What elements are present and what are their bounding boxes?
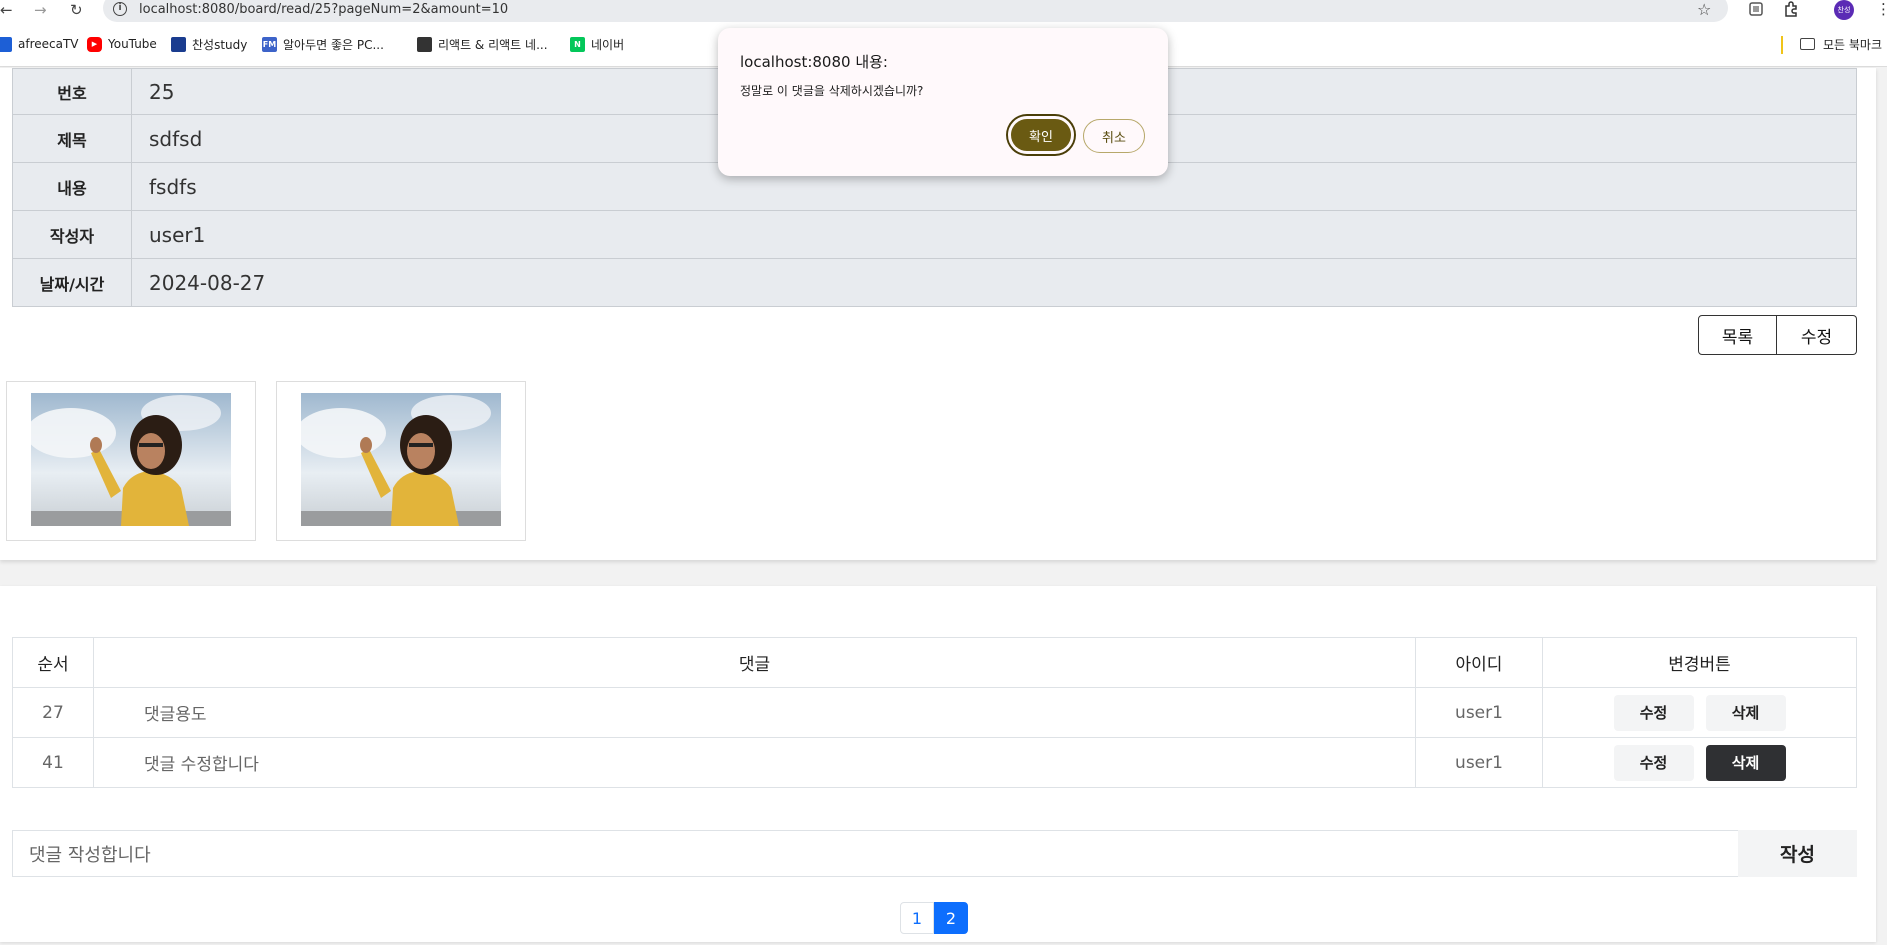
table-row: 41 댓글 수정합니다 user1 수정 삭제	[12, 737, 1857, 788]
info-row-writer: 작성자 user1	[12, 211, 1857, 259]
page-content: 번호 25 제목 sdfsd 내용 fsdfs 작성자 user1 날짜/시간 …	[0, 68, 1887, 945]
tab-search-icon[interactable]	[1748, 1, 1764, 17]
info-value: user1	[149, 222, 206, 247]
column-header-actions: 변경버튼	[1542, 637, 1857, 688]
reply-number: 41	[12, 737, 94, 788]
bookmark-label: YouTube	[108, 37, 157, 51]
attachment-thumbnail[interactable]	[6, 381, 256, 541]
contact-card-icon	[417, 36, 432, 52]
column-header-reply: 댓글	[93, 637, 1416, 688]
info-label: 내용	[13, 163, 132, 210]
reply-text: 댓글용도	[93, 687, 1416, 738]
reply-user: user1	[1415, 737, 1543, 788]
info-label: 제목	[13, 115, 132, 162]
post-action-buttons: 목록 수정	[1698, 315, 1857, 355]
study-icon	[171, 36, 186, 52]
confirm-dialog: localhost:8080 내용: 정말로 이 댓글을 삭제하시겠습니까? 확…	[718, 28, 1168, 176]
photo-image	[301, 393, 501, 526]
reply-text: 댓글 수정합니다	[93, 737, 1416, 788]
info-value: sdfsd	[149, 126, 203, 151]
naver-icon: N	[570, 36, 585, 52]
url-text[interactable]: localhost:8080/board/read/25?pageNum=2&a…	[139, 1, 508, 18]
bookmark-label: 찬성study	[192, 37, 248, 52]
fm-icon: FM	[262, 36, 277, 52]
bookmark-label: 리액트 & 리액트 네...	[438, 37, 548, 52]
reply-header-row: 순서 댓글 아이디 변경버튼	[12, 637, 1857, 688]
info-value: 25	[149, 79, 175, 104]
table-row: 27 댓글용도 user1 수정 삭제	[12, 687, 1857, 738]
reply-input[interactable]	[12, 830, 1738, 877]
list-button[interactable]: 목록	[1698, 315, 1777, 355]
info-label: 번호	[13, 69, 132, 114]
reply-actions: 수정 삭제	[1542, 687, 1857, 738]
folder-icon	[1800, 38, 1815, 50]
reload-icon[interactable]: ↻	[70, 1, 83, 19]
bookmark-separator	[1781, 36, 1783, 54]
youtube-icon: ▶	[87, 36, 102, 52]
pagination: 1 2	[900, 902, 968, 934]
confirm-cancel-button[interactable]: 취소	[1083, 119, 1145, 153]
delete-reply-button[interactable]: 삭제	[1705, 744, 1786, 781]
bookmark-pc-tips[interactable]: FM 알아두면 좋은 PC...	[262, 35, 384, 53]
browser-menu-icon[interactable]: ⋮	[1876, 0, 1887, 18]
dialog-title: localhost:8080 내용:	[740, 53, 888, 71]
info-value: 2024-08-27	[149, 270, 266, 295]
bookmark-study[interactable]: 찬성study	[171, 35, 247, 53]
column-header-order: 순서	[12, 637, 94, 688]
info-row-date: 날짜/시간 2024-08-27	[12, 259, 1857, 307]
delete-reply-button[interactable]: 삭제	[1705, 694, 1786, 731]
bookmark-naver[interactable]: N 네이버	[570, 35, 624, 53]
reply-table: 순서 댓글 아이디 변경버튼 27 댓글용도 user1 수정 삭제 41 댓글…	[12, 637, 1857, 788]
bookmark-label: 네이버	[591, 37, 625, 52]
reply-number: 27	[12, 687, 94, 738]
site-info-icon[interactable]: i	[113, 2, 127, 16]
edit-reply-button[interactable]: 수정	[1613, 744, 1694, 781]
page-link-1[interactable]: 1	[900, 902, 934, 934]
bookmark-afreecatv[interactable]: afreecaTV	[0, 35, 79, 53]
dialog-message: 정말로 이 댓글을 삭제하시겠습니까?	[740, 84, 924, 98]
browser-toolbar: ← → ↻ i localhost:8080/board/read/25?pag…	[0, 0, 1887, 22]
profile-avatar[interactable]: 찬성	[1834, 0, 1854, 20]
bookmark-label: 알아두면 좋은 PC...	[283, 37, 384, 52]
info-label: 날짜/시간	[13, 259, 132, 306]
extensions-icon[interactable]	[1783, 1, 1799, 17]
afreecatv-icon	[0, 36, 12, 52]
write-reply-button[interactable]: 작성	[1738, 830, 1857, 877]
info-value: fsdfs	[149, 174, 197, 199]
reply-user: user1	[1415, 687, 1543, 738]
bookmark-react[interactable]: 리액트 & 리액트 네...	[417, 35, 548, 53]
bookmark-label: afreecaTV	[18, 37, 79, 51]
photo-image	[31, 393, 231, 526]
page-link-2-active[interactable]: 2	[934, 902, 968, 934]
back-icon[interactable]: ←	[0, 1, 13, 19]
all-bookmarks-label: 모든 북마크	[1823, 37, 1883, 52]
column-header-id: 아이디	[1415, 637, 1543, 688]
info-label: 작성자	[13, 211, 132, 258]
all-bookmarks-folder[interactable]: 모든 북마크	[1800, 35, 1882, 53]
bookmark-star-icon[interactable]: ☆	[1697, 0, 1711, 19]
reply-actions: 수정 삭제	[1542, 737, 1857, 788]
edit-post-button[interactable]: 수정	[1777, 315, 1857, 355]
attachment-thumbnail[interactable]	[276, 381, 526, 541]
bookmark-youtube[interactable]: ▶ YouTube	[87, 35, 157, 53]
forward-icon[interactable]: →	[34, 1, 47, 19]
reply-card: 순서 댓글 아이디 변경버튼 27 댓글용도 user1 수정 삭제 41 댓글…	[0, 586, 1876, 942]
confirm-ok-button[interactable]: 확인	[1008, 116, 1074, 154]
edit-reply-button[interactable]: 수정	[1613, 694, 1694, 731]
